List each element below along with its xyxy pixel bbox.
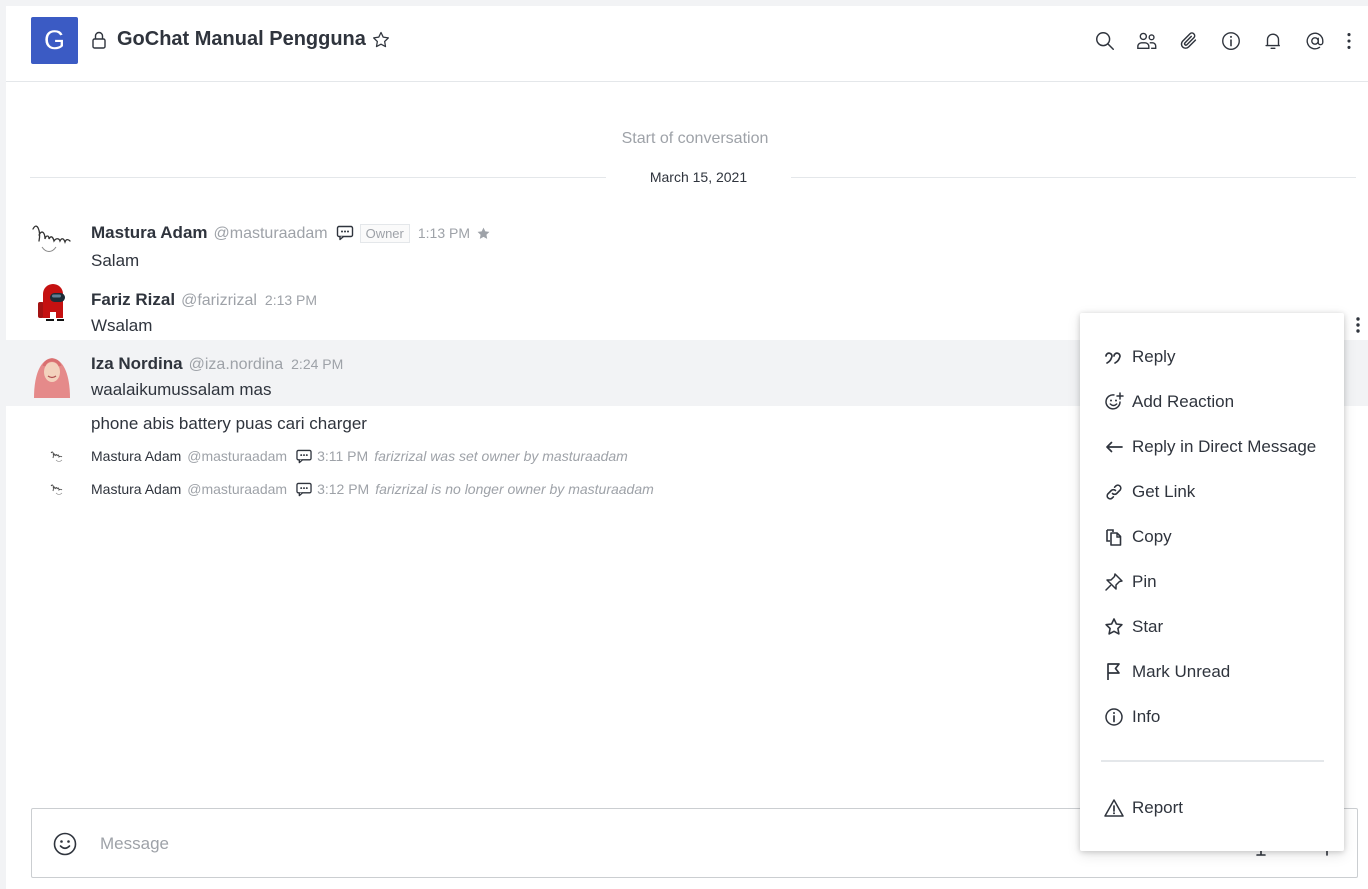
message-time[interactable]: 3:11 PM (317, 448, 368, 464)
message-item[interactable]: Mastura Adam @masturaadam Owner 1:13 PM … (6, 211, 1368, 273)
warning-icon (1104, 798, 1124, 818)
menu-item-star[interactable]: Star (1080, 607, 1344, 647)
search-icon[interactable] (1090, 28, 1120, 54)
system-message-content: Mastura Adam @masturaadam 3:12 PM farizr… (91, 481, 654, 497)
reply-arrow-icon (1104, 437, 1124, 457)
avatar[interactable] (30, 215, 74, 259)
menu-item-get-link[interactable]: Get Link (1080, 472, 1344, 512)
lock-icon (92, 31, 106, 49)
menu-item-copy[interactable]: Copy (1080, 517, 1344, 557)
mention-icon[interactable] (1300, 28, 1330, 54)
chat-bubble-icon (296, 449, 312, 463)
chat-app: G GoChat Manual Pengguna Start of conver… (6, 6, 1368, 889)
attachment-icon[interactable] (1174, 28, 1204, 54)
add-reaction-icon (1104, 392, 1124, 412)
start-of-conversation: Start of conversation (621, 130, 769, 147)
message-author[interactable]: Mastura Adam (91, 448, 181, 464)
link-icon (1104, 482, 1124, 502)
menu-item-label: Reply in Direct Message (1132, 437, 1317, 456)
message-time[interactable]: 3:12 PM (317, 481, 369, 497)
message-header: Fariz Rizal @farizrizal 2:13 PM (91, 290, 323, 310)
menu-item-label: Add Reaction (1132, 392, 1235, 411)
bell-icon[interactable] (1258, 28, 1288, 54)
flag-icon (1104, 662, 1124, 682)
message-input[interactable] (98, 829, 1002, 859)
menu-item-info[interactable]: Info (1080, 697, 1344, 737)
menu-divider (1101, 760, 1324, 762)
copy-icon (1104, 527, 1124, 547)
room-title[interactable]: GoChat Manual Pengguna (117, 28, 366, 51)
info-icon[interactable] (1216, 28, 1246, 54)
system-message-text: farizrizal was set owner by masturaadam (374, 448, 628, 464)
members-icon[interactable] (1132, 28, 1162, 54)
menu-item-label: Info (1132, 707, 1161, 726)
info-icon (1104, 707, 1124, 727)
star-icon (1104, 617, 1124, 637)
room-header: G GoChat Manual Pengguna (6, 6, 1368, 82)
message-header: Mastura Adam @masturaadam Owner 1:13 PM (91, 223, 491, 243)
message-text: Wsalam (91, 316, 153, 335)
menu-item-label: Mark Unread (1132, 662, 1231, 681)
message-author[interactable]: Mastura Adam (91, 481, 181, 497)
menu-item-mark-unread[interactable]: Mark Unread (1080, 652, 1344, 692)
menu-item-add-reaction[interactable]: Add Reaction (1080, 382, 1344, 422)
message-username[interactable]: @iza.nordina (189, 356, 284, 374)
message-time[interactable]: 2:24 PM (291, 356, 343, 372)
message-username[interactable]: @masturaadam (214, 225, 328, 243)
system-message-content: Mastura Adam @masturaadam 3:11 PM farizr… (91, 448, 628, 464)
pin-icon (1104, 572, 1124, 592)
message-username[interactable]: @farizrizal (181, 292, 257, 310)
favorite-star-icon[interactable] (371, 30, 391, 50)
date-divider-label: March 15, 2021 (606, 169, 791, 185)
message-text: Salam (91, 251, 140, 270)
message-author[interactable]: Fariz Rizal (91, 290, 175, 310)
emoji-icon[interactable] (52, 831, 78, 857)
avatar[interactable] (30, 282, 74, 326)
starred-icon (477, 227, 490, 239)
menu-item-label: Report (1132, 798, 1184, 817)
room-avatar[interactable]: G (31, 17, 78, 64)
message-author[interactable]: Mastura Adam (91, 223, 208, 243)
message-text: waalaikumussalam mas (91, 380, 272, 399)
menu-item-reply[interactable]: Reply (1080, 337, 1344, 377)
message-text: phone abis battery puas cari charger (91, 414, 367, 433)
menu-item-pin[interactable]: Pin (1080, 562, 1344, 602)
menu-item-label: Get Link (1132, 482, 1196, 501)
chat-bubble-icon (336, 225, 353, 241)
avatar[interactable] (30, 350, 74, 398)
message-actions-kebab-icon[interactable] (1350, 314, 1366, 336)
menu-item-reply-in-dm[interactable]: Reply in Direct Message (1080, 427, 1344, 467)
role-badge: Owner (359, 224, 410, 243)
avatar[interactable] (50, 480, 68, 498)
message-username[interactable]: @masturaadam (187, 448, 287, 464)
menu-item-label: Copy (1132, 527, 1172, 546)
quote-icon (1104, 347, 1124, 367)
kebab-menu-icon[interactable] (1342, 28, 1356, 54)
message-header: Iza Nordina @iza.nordina 2:24 PM (91, 354, 349, 374)
menu-item-label: Reply (1132, 347, 1176, 366)
menu-item-report[interactable]: Report (1080, 788, 1344, 828)
message-username[interactable]: @masturaadam (187, 481, 287, 497)
message-time[interactable]: 2:13 PM (265, 292, 317, 308)
message-context-menu: Reply Add Reaction Reply in Direct Messa… (1080, 313, 1344, 851)
avatar[interactable] (50, 447, 68, 465)
menu-item-label: Star (1132, 617, 1164, 636)
chat-bubble-icon (296, 482, 312, 496)
message-time[interactable]: 1:13 PM (418, 225, 470, 241)
system-message-text: farizrizal is no longer owner by mastura… (375, 481, 654, 497)
message-author[interactable]: Iza Nordina (91, 354, 183, 374)
menu-item-label: Pin (1132, 572, 1157, 591)
